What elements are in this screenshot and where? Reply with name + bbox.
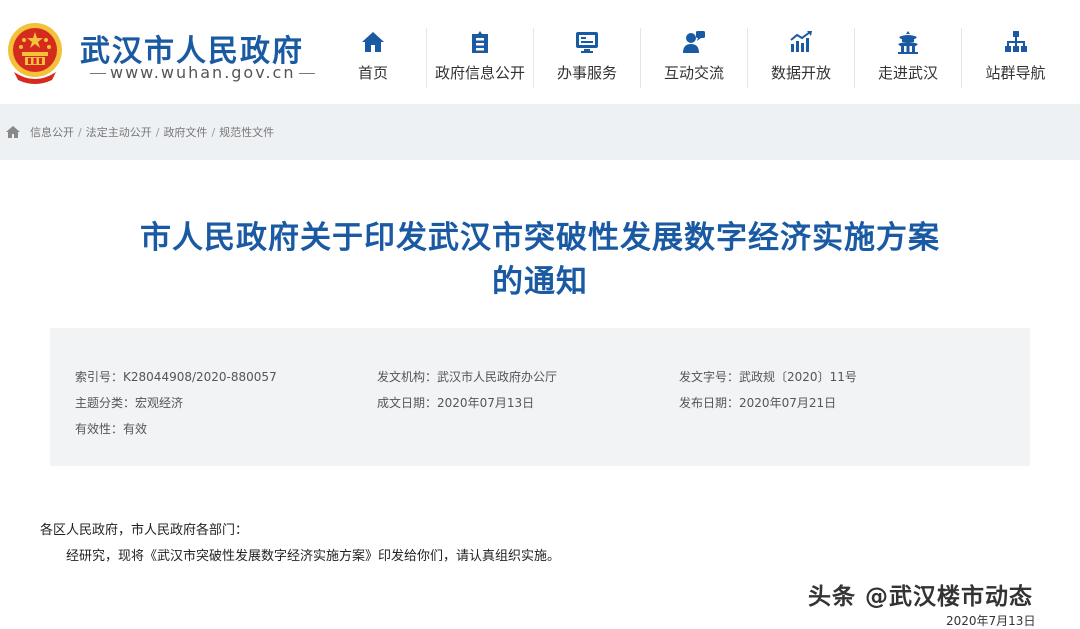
nav-label: 站群导航	[985, 64, 1046, 82]
nav-item-government-info[interactable]: 政府信息公开	[427, 28, 534, 88]
meta-validity: 有效性有效	[75, 420, 147, 437]
government-info-icon	[472, 31, 488, 53]
document-salutation: 各区人民政府，市人民政府各部门：	[40, 523, 249, 538]
document-meta-panel: 索引号K28044908/2020-880057 发文机构武汉市人民政府办公厅 …	[50, 328, 1030, 466]
document-main: 市人民政府关于印发武汉市突破性发展数字经济实施方案 的通知 索引号K280449…	[0, 160, 1080, 629]
page-title-line1: 市人民政府关于印发武汉市突破性发展数字经济实施方案	[140, 220, 940, 256]
page-title: 市人民政府关于印发武汉市突破性发展数字经济实施方案 的通知	[40, 216, 1040, 304]
document-paragraph: 经研究，现将《武汉市突破性发展数字经济实施方案》印发给你们，请认真组织实施。	[66, 549, 561, 564]
meta-row: 索引号K28044908/2020-880057 发文机构武汉市人民政府办公厅 …	[50, 368, 1030, 388]
nav-label: 走进武汉	[877, 64, 938, 82]
nav-label: 办事服务	[556, 64, 617, 82]
meta-published-date: 发布日期2020年07月21日	[679, 394, 836, 411]
breadcrumb-link-normative-docs[interactable]: 规范性文件	[219, 124, 274, 140]
meta-doc-no: 发文字号武政规〔2020〕11号	[679, 368, 857, 385]
nav-label: 互动交流	[663, 64, 724, 82]
main-nav: 首页 政府信息公开 办事服务 互动交流 数据开放 走进武汉 站群导航	[320, 28, 1069, 88]
meta-issuer: 发文机构武汉市人民政府办公厅	[377, 368, 557, 385]
home-icon[interactable]	[6, 126, 20, 138]
home-icon	[362, 32, 384, 52]
national-emblem-icon[interactable]	[6, 20, 64, 86]
meta-row: 有效性有效	[50, 420, 1030, 440]
breadcrumb-separator: /	[211, 125, 216, 139]
nav-label: 首页	[357, 64, 388, 82]
nav-item-enter-wuhan[interactable]: 走进武汉	[855, 28, 962, 88]
site-url[interactable]: www.wuhan.gov.cn	[86, 63, 319, 82]
breadcrumb: 信息公开 / 法定主动公开 / 政府文件 / 规范性文件	[6, 124, 274, 140]
nav-label: 数据开放	[770, 64, 831, 82]
pavilion-icon	[898, 31, 918, 54]
breadcrumb-link-gov-docs[interactable]: 政府文件	[163, 124, 207, 140]
breadcrumb-band: 信息公开 / 法定主动公开 / 政府文件 / 规范性文件	[0, 104, 1080, 160]
sitemap-icon	[1004, 31, 1027, 52]
watermark-text: 头条 @武汉楼市动态	[808, 584, 1034, 610]
interaction-icon	[683, 31, 705, 53]
site-header: 武汉市人民政府 www.wuhan.gov.cn 首页 政府信息公开 办事服务 …	[0, 0, 1080, 104]
breadcrumb-link-statutory[interactable]: 法定主动公开	[86, 124, 152, 140]
nav-item-service[interactable]: 办事服务	[534, 28, 641, 88]
nav-item-data-open[interactable]: 数据开放	[748, 28, 855, 88]
breadcrumb-separator: /	[155, 125, 160, 139]
meta-index-no: 索引号K28044908/2020-880057	[75, 368, 277, 385]
page-title-line2: 的通知	[492, 264, 588, 300]
watermark-date: 2020年7月13日	[946, 614, 1036, 628]
nav-item-site-navigation[interactable]: 站群导航	[962, 28, 1069, 88]
data-chart-icon	[790, 31, 812, 52]
breadcrumb-link-info-public[interactable]: 信息公开	[30, 124, 74, 140]
nav-label: 政府信息公开	[434, 64, 525, 82]
meta-category: 主题分类宏观经济	[75, 394, 183, 411]
document-body: 各区人民政府，市人民政府各部门： 经研究，现将《武汉市突破性发展数字经济实施方案…	[40, 518, 1040, 570]
nav-item-interaction[interactable]: 互动交流	[641, 28, 748, 88]
meta-row: 主题分类宏观经济 成文日期2020年07月13日 发布日期2020年07月21日	[50, 394, 1030, 414]
meta-created-date: 成文日期2020年07月13日	[377, 394, 534, 411]
service-icon	[576, 32, 598, 53]
breadcrumb-separator: /	[78, 125, 82, 139]
nav-item-home[interactable]: 首页	[320, 28, 427, 88]
